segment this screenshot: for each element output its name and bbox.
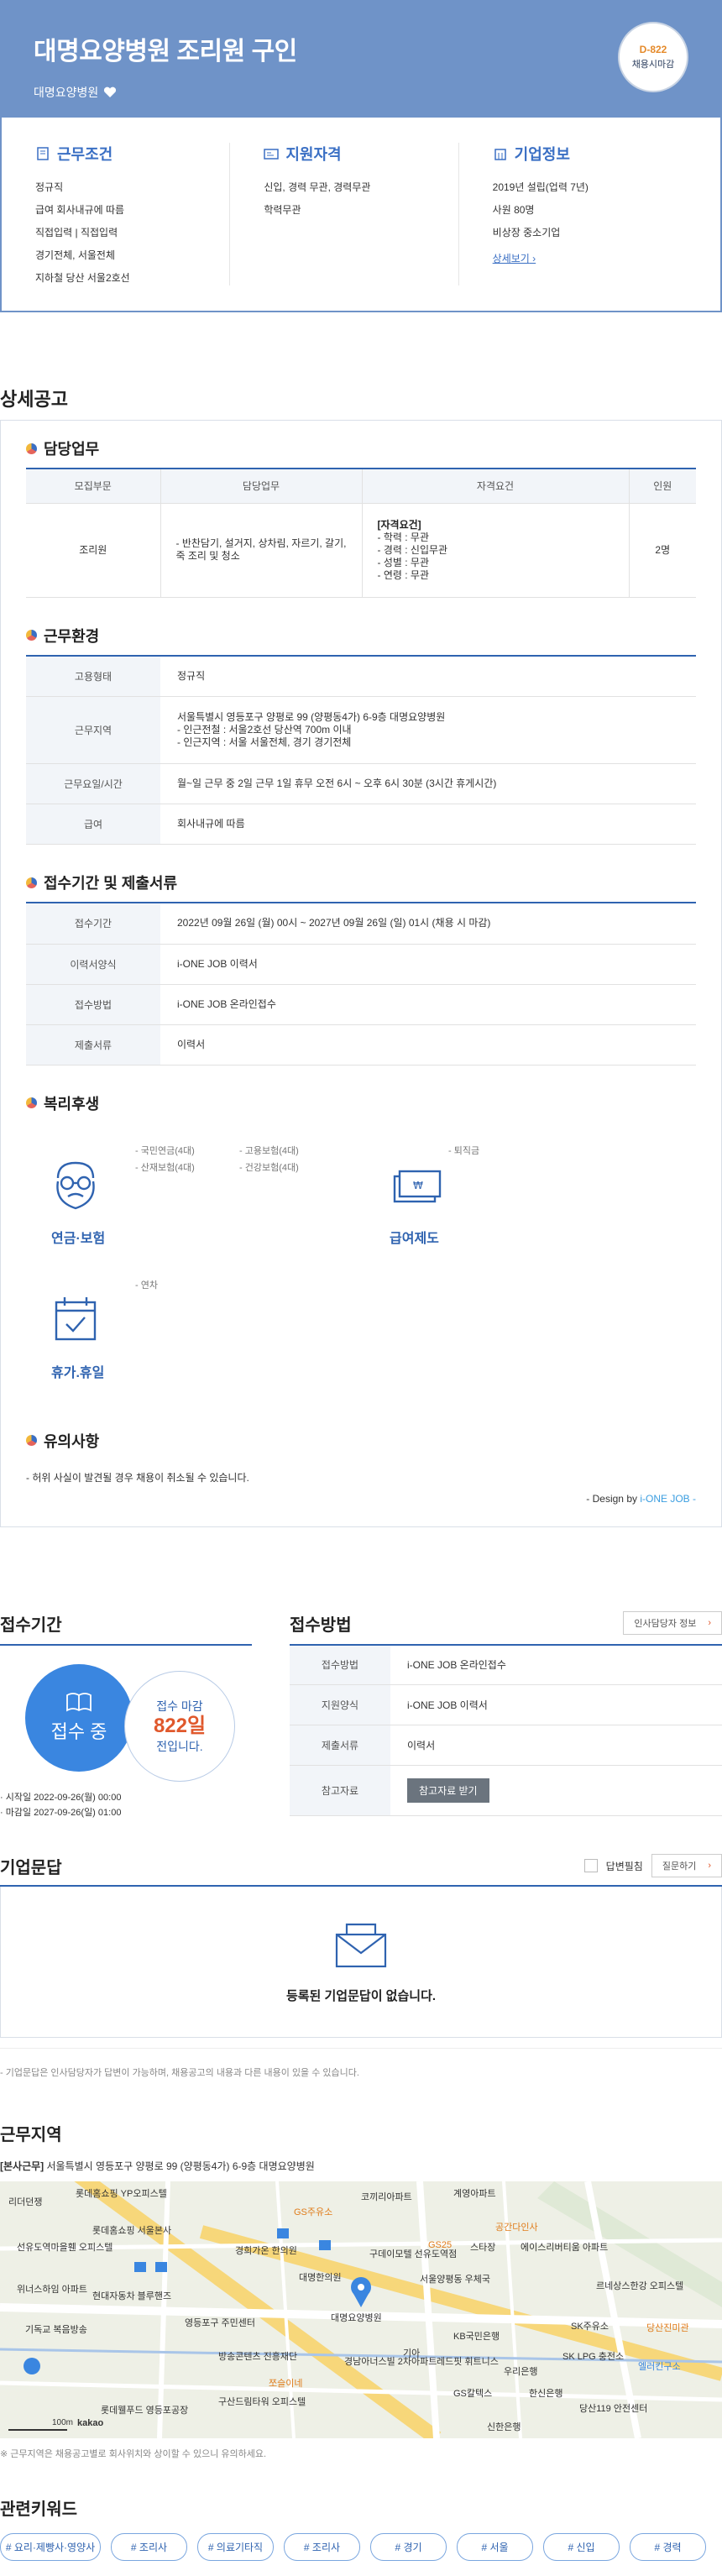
company-heading: 기업정보	[493, 143, 670, 165]
job-summary: 근무조건 정규직 급여 회사내규에 따름 직접입력 | 직접입력 경기전체, 서…	[0, 118, 722, 312]
keyword-chip[interactable]: # 경기	[370, 2532, 447, 2561]
table-row: 조리원 - 반찬담기, 설거지, 상차림, 자르기, 갈기, 죽 조리 및 청소 …	[26, 503, 696, 598]
company-detail-link[interactable]: 상세보기 ›	[493, 251, 536, 265]
keyword-chip[interactable]: # 요리·제빵사·영양사	[0, 2532, 101, 2561]
document-icon	[37, 147, 49, 160]
method-table: 접수방법 i-ONE JOB 온라인접수 지원양식 i-ONE JOB 이력서 제출…	[290, 1643, 722, 1816]
company-name[interactable]: 대명요양병원	[34, 84, 98, 101]
design-credit: - Design by i-ONE JOB -	[586, 1492, 696, 1505]
bullet-icon	[26, 1097, 37, 1108]
location-section: 근무지역 [본사근무] 서울특별시 영등포구 양평로 99 (양평동4가) 6-…	[0, 2121, 722, 2460]
welfare-vacation: 휴가.휴일 - 연차	[26, 1269, 361, 1403]
table-row: 제출서류 이력서	[26, 1024, 696, 1065]
period-heading: 접수기간 및 제출서류	[26, 872, 696, 903]
duty-table: 모집부문 담당업무 자격요건 인원 조리원 - 반찬담기, 설거지, 상차림, …	[26, 469, 696, 598]
keywords-section: 관련키워드 # 요리·제빵사·영양사 # 조리사 # 의료기타직 # 조리사 #…	[0, 2495, 722, 2561]
answered-checkbox[interactable]	[583, 1859, 598, 1872]
summary-conditions: 근무조건 정규직 급여 회사내규에 따름 직접입력 | 직접입력 경기전체, 서…	[35, 143, 229, 285]
location-map[interactable]: 리더던쟁 롯데홈쇼핑 YP오피스텔 코끼리아파트 계영아파트 공간다인사 선유도…	[0, 2181, 722, 2438]
grandpa-icon	[56, 1161, 95, 1209]
calendar-icon	[55, 1296, 97, 1340]
svg-text:₩: ₩	[413, 1180, 423, 1191]
qa-header: 기업문답 답변필침 질문하기 ›	[0, 1854, 722, 1887]
keyword-chip[interactable]: # 의료기타직	[197, 2532, 274, 2561]
dday-badge: D-822 채용시마감	[618, 22, 688, 92]
keyword-chip[interactable]: # 서울	[457, 2532, 533, 2561]
table-row: 고용형태 정규직	[26, 656, 696, 697]
duty-heading: 담당업무	[26, 437, 696, 469]
qualifications-heading: 지원자격	[264, 143, 441, 165]
summary-qualifications: 지원자격 신입, 경력 무관, 경력무관 학력무관	[229, 143, 458, 285]
env-heading: 근무환경	[26, 625, 696, 657]
welfare-salary: ₩ 급여제도 - 퇴직금	[390, 1145, 480, 1246]
keyword-chip[interactable]: # 조리사	[284, 2532, 360, 2561]
dday-count: D-822	[639, 44, 667, 55]
welfare-grid: 연금·보험 - 국민연금(4대) - 고용보험(4대) - 산재보험(4대) -…	[26, 1134, 696, 1403]
welfare-pension: 연금·보험 - 국민연금(4대) - 고용보험(4대) - 산재보험(4대) -…	[26, 1134, 361, 1269]
welfare-heading: 복리후생	[26, 1092, 696, 1123]
table-row: 접수기간 2022년 09월 26일 (월) 00시 ~ 2027년 09월 26…	[26, 903, 696, 945]
table-row: 근무지역 서울특별시 영등포구 양평로 99 (양평동4가) 6-9층 대명요양병…	[26, 696, 696, 764]
qa-empty: 등록된 기업문답이 없습니다.	[0, 1886, 722, 2038]
table-row: 급여 회사내규에 따름	[26, 804, 696, 845]
period-table: 접수기간 2022년 09월 26일 (월) 00시 ~ 2027년 09월 26…	[26, 903, 696, 1065]
heart-icon[interactable]	[103, 86, 117, 98]
table-row: 이력서양식 i-ONE JOB 이력서	[26, 944, 696, 985]
bullet-icon	[26, 877, 37, 888]
building-icon	[494, 149, 506, 160]
conditions-heading: 근무조건	[35, 143, 212, 165]
map-roads	[0, 2181, 722, 2438]
bullet-icon	[26, 1435, 37, 1446]
apply-section: 접수기간 접수 중 접수 마감 822일 전입니다. · 시작일 2022-09…	[0, 1611, 722, 1820]
env-table: 고용형태 정규직 근무지역 서울특별시 영등포구 양평로 99 (양평동4가) 6-…	[26, 656, 696, 845]
job-title: 대명요양병원 조리원 구인	[34, 38, 297, 65]
manager-info-button[interactable]: 인사담당자 정보 ›	[623, 1611, 722, 1635]
download-reference-button[interactable]: 참고자료 받기	[407, 1778, 489, 1803]
apply-status-circle: 접수 중	[25, 1663, 133, 1772]
detail-box: 담당업무 모집부문 담당업무 자격요건 인원 조리원 - 반찬담기, 설거지, …	[0, 420, 722, 1527]
bullet-icon	[26, 442, 37, 454]
remaining-days-circle: 접수 마감 822일 전입니다.	[124, 1670, 235, 1782]
detail-title: 상세공고	[0, 389, 68, 410]
id-card-icon	[264, 149, 280, 160]
ask-question-button[interactable]: 질문하기 ›	[651, 1854, 722, 1877]
money-icon: ₩	[393, 1170, 442, 1202]
keyword-chip[interactable]: # 경력	[630, 2532, 706, 2561]
dday-status: 채용시마감	[631, 60, 675, 70]
table-row: 참고자료 참고자료 받기	[290, 1765, 722, 1816]
company-name-row: 대명요양병원	[34, 84, 688, 101]
table-row: 지원양식 i-ONE JOB 이력서	[290, 1684, 722, 1725]
table-row: 접수방법 i-ONE JOB 온라인접수	[26, 984, 696, 1025]
envelope-icon	[335, 1923, 387, 1967]
table-row: 근무요일/시간 월~일 근무 중 2일 근무 1일 휴무 오전 6시 ~ 오후 6…	[26, 763, 696, 804]
caution-heading: 유의사항	[26, 1430, 696, 1460]
keyword-chip[interactable]: # 조리사	[111, 2532, 187, 2561]
table-row: 접수방법 i-ONE JOB 온라인접수	[290, 1643, 722, 1685]
book-icon	[66, 1692, 92, 1712]
bullet-icon	[26, 630, 37, 641]
table-row: 제출서류 이력서	[290, 1725, 722, 1766]
job-header: 대명요양병원 조리원 구인 대명요양병원 D-822 채용시마감	[0, 0, 722, 118]
summary-company: 기업정보 2019년 설립(업력 7년) 사원 80명 비상장 중소기업 상세보…	[458, 143, 687, 285]
keyword-chip[interactable]: # 신입	[543, 2532, 620, 2561]
